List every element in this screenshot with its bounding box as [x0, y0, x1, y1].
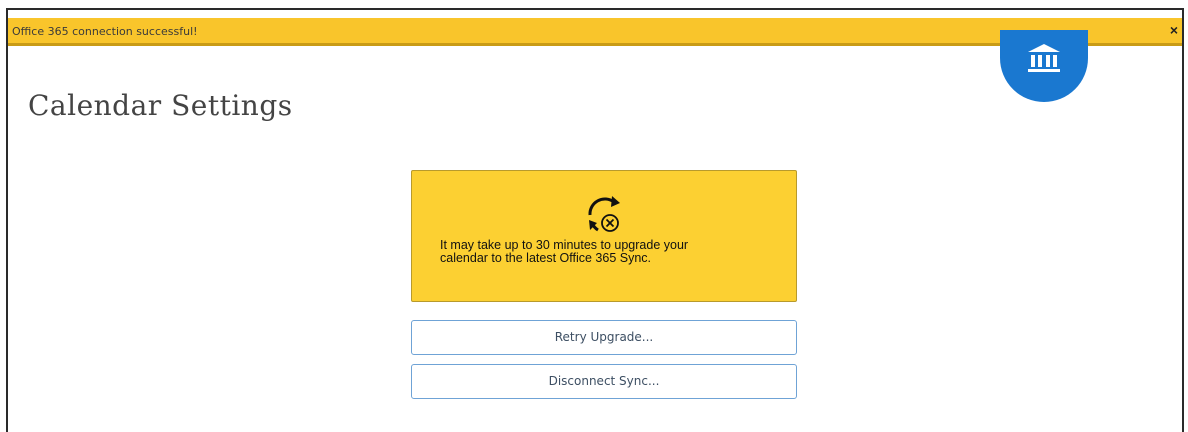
institution-icon	[1028, 44, 1060, 72]
notice-text: It may take up to 30 minutes to upgrade …	[440, 239, 770, 265]
close-icon[interactable]: ×	[1170, 22, 1178, 38]
disconnect-sync-button[interactable]: Disconnect Sync...	[411, 364, 797, 399]
upgrade-notice: It may take up to 30 minutes to upgrade …	[411, 170, 797, 302]
retry-upgrade-button[interactable]: Retry Upgrade...	[411, 320, 797, 355]
banner-message: Office 365 connection successful!	[12, 25, 198, 38]
notice-line-2: calendar to the latest Office 365 Sync.	[440, 251, 652, 265]
page-title: Calendar Settings	[28, 88, 293, 122]
sync-error-icon	[588, 196, 620, 232]
